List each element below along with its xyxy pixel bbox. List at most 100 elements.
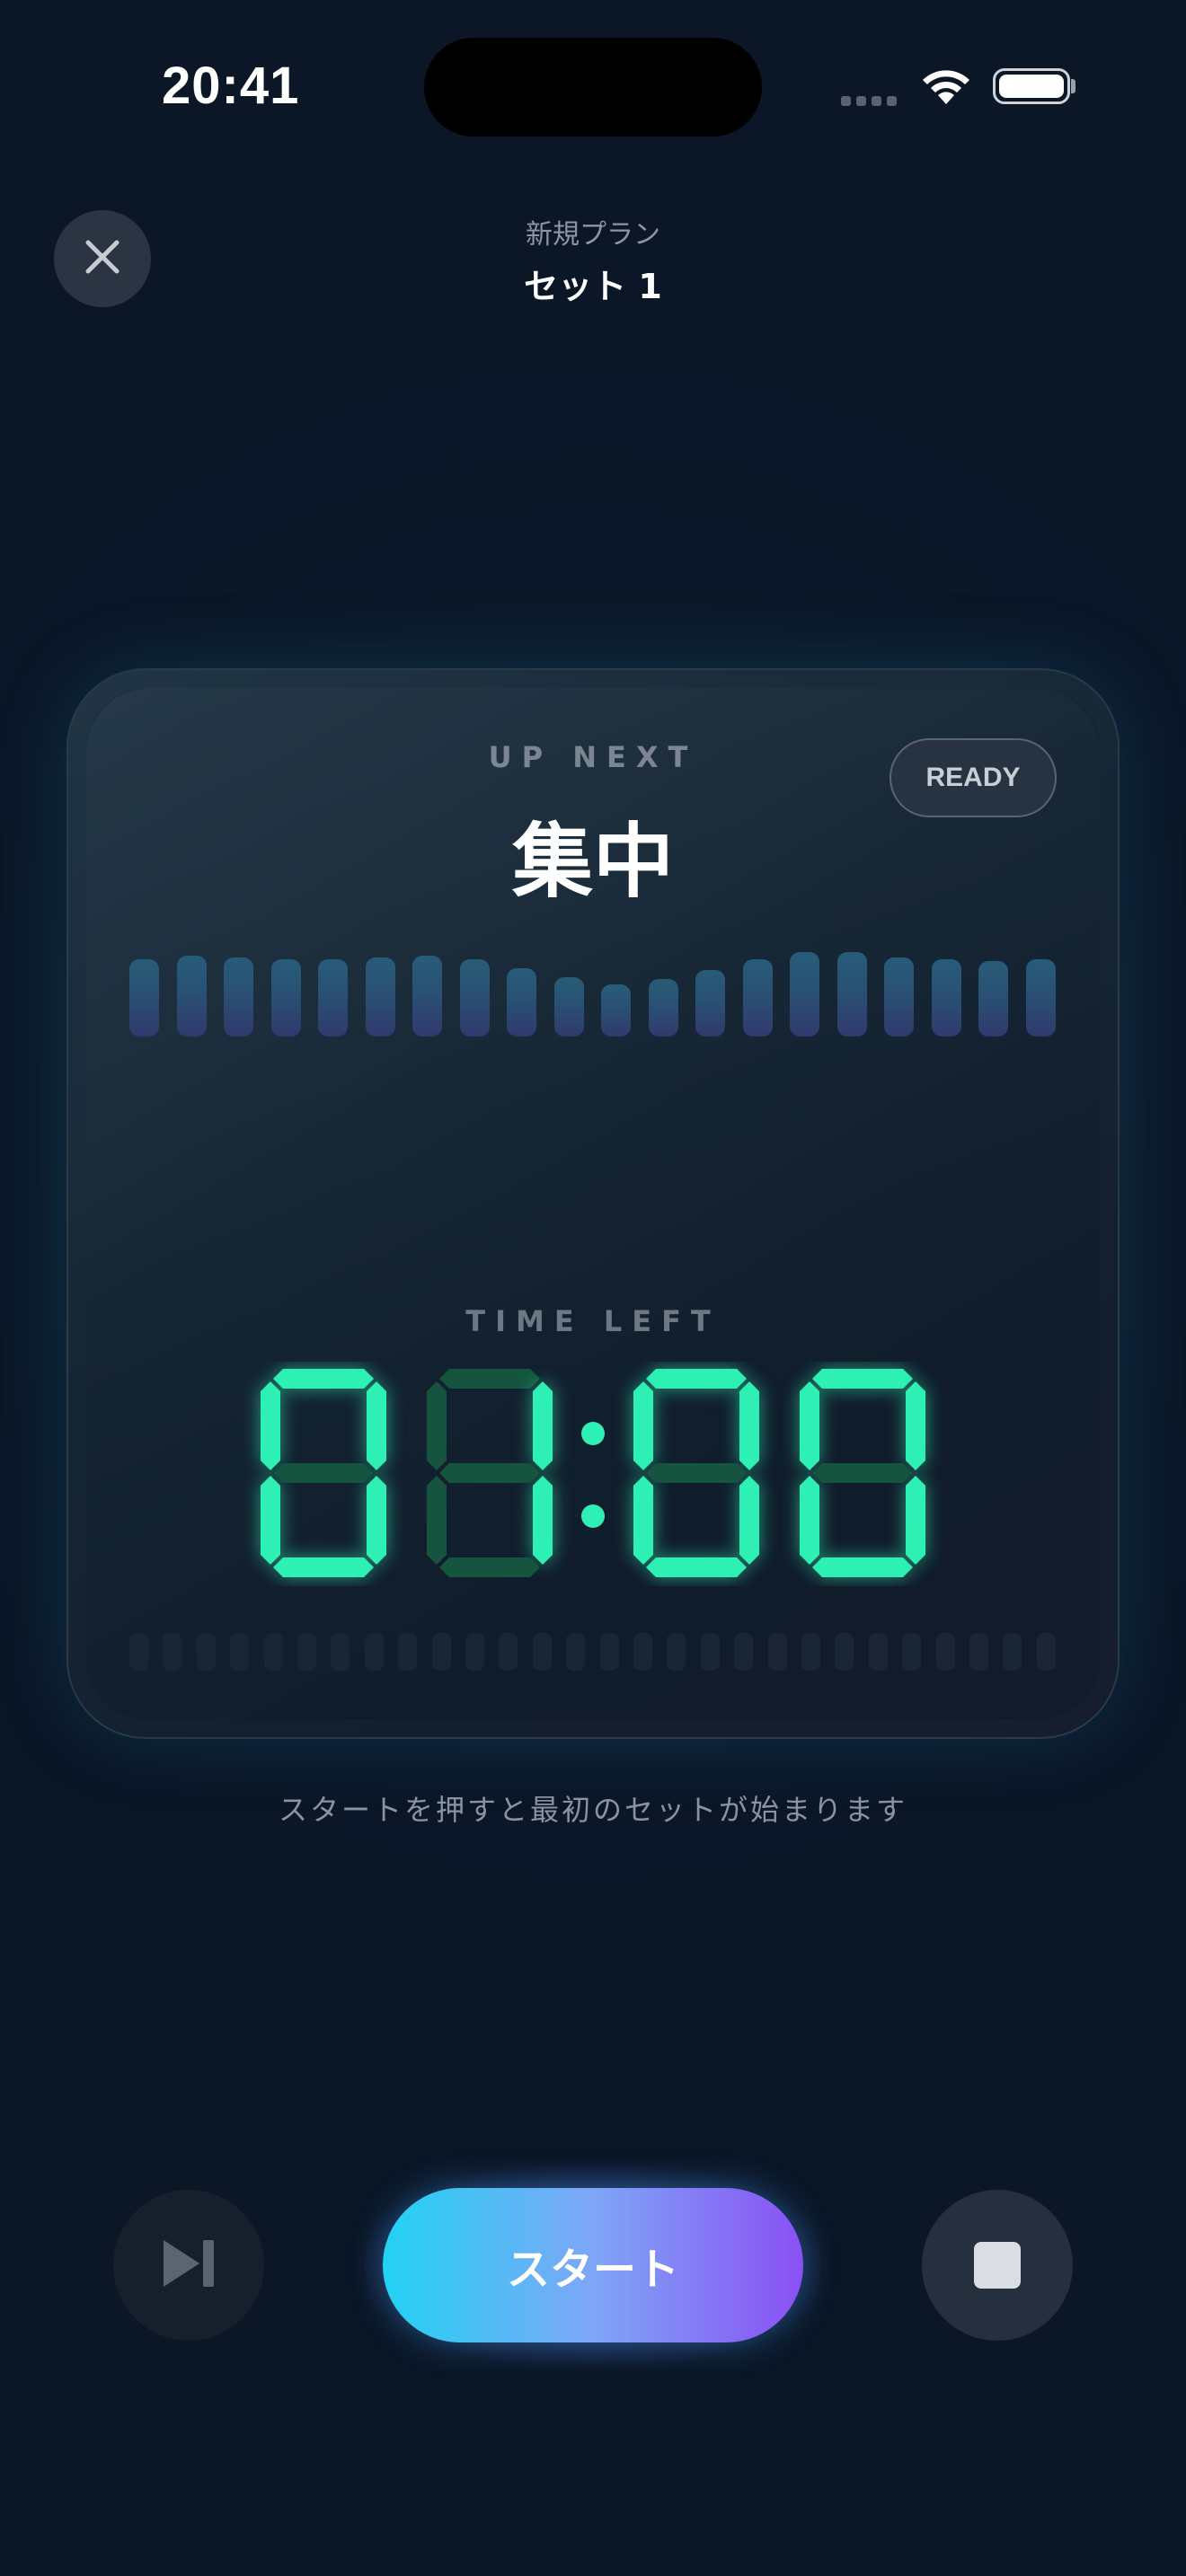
waveform-visualizer <box>129 952 1057 1037</box>
progress-tick <box>700 1633 720 1671</box>
time-colon-dot <box>581 1504 605 1528</box>
digit-segment <box>812 1463 913 1483</box>
progress-tick <box>331 1633 350 1671</box>
progress-tick <box>935 1633 955 1671</box>
progress-tick <box>163 1633 182 1671</box>
progress-tick <box>566 1633 586 1671</box>
digit-segment <box>906 1476 925 1565</box>
digit-segment <box>367 1381 386 1470</box>
waveform-bar <box>459 959 490 1037</box>
waveform-bar <box>790 952 819 1037</box>
battery-nub <box>1071 79 1075 93</box>
progress-tick <box>532 1633 552 1671</box>
progress-tick <box>1003 1633 1022 1671</box>
waveform-bar <box>978 961 1008 1037</box>
progress-tick <box>364 1633 384 1671</box>
time-digit <box>261 1369 386 1577</box>
progress-tick <box>969 1633 988 1671</box>
waveform-bar <box>601 984 631 1037</box>
progress-tick <box>398 1633 418 1671</box>
waveform-bar <box>270 959 301 1037</box>
progress-tick <box>902 1633 922 1671</box>
digit-segment <box>906 1381 925 1470</box>
stop-icon <box>974 2242 1021 2289</box>
progress-tick <box>1036 1633 1056 1671</box>
digit-segment <box>633 1476 653 1565</box>
time-display <box>243 1362 943 1586</box>
digit-segment <box>646 1557 747 1577</box>
digit-segment <box>533 1381 553 1470</box>
plan-name: 新規プラン <box>526 219 660 251</box>
skip-button[interactable] <box>113 2190 264 2341</box>
waveform-bar <box>365 957 395 1037</box>
progress-tick <box>767 1633 787 1671</box>
digit-segment <box>812 1557 913 1577</box>
waveform-bar <box>507 968 536 1037</box>
waveform-bar <box>224 957 253 1037</box>
digit-segment <box>439 1557 540 1577</box>
waveform-bar <box>318 959 348 1037</box>
waveform-bar <box>648 979 678 1037</box>
status-time: 20:41 <box>162 57 300 115</box>
progress-tick <box>868 1633 888 1671</box>
progress-tick <box>599 1633 619 1671</box>
cellular-signal-icon <box>841 93 902 110</box>
digit-segment <box>261 1476 280 1565</box>
status-badge: READY <box>890 738 1057 817</box>
digit-segment <box>812 1369 913 1389</box>
digit-segment <box>533 1476 553 1565</box>
battery-icon <box>993 68 1070 104</box>
progress-ticks <box>129 1633 1057 1671</box>
waveform-bar <box>1025 959 1056 1037</box>
waveform-bar <box>931 959 961 1037</box>
time-digit <box>633 1369 759 1577</box>
digit-segment <box>261 1381 280 1470</box>
start-hint: スタートを押すと最初のセットが始まります <box>278 1793 907 1827</box>
progress-tick <box>835 1633 854 1671</box>
digit-segment <box>646 1463 747 1483</box>
digit-segment <box>439 1369 540 1389</box>
time-left-label: TIME LEFT <box>465 1304 721 1338</box>
digit-segment <box>273 1369 374 1389</box>
digit-segment <box>739 1476 759 1565</box>
time-digit <box>800 1369 925 1577</box>
progress-tick <box>431 1633 451 1671</box>
set-title: セット 1 <box>524 267 662 306</box>
waveform-bar <box>742 959 773 1037</box>
digit-segment <box>800 1476 819 1565</box>
progress-tick <box>801 1633 820 1671</box>
skip-next-icon <box>160 2238 217 2292</box>
digit-segment <box>800 1381 819 1470</box>
dynamic-island <box>424 38 762 137</box>
waveform-bar <box>412 956 442 1037</box>
digit-segment <box>633 1381 653 1470</box>
digit-segment <box>273 1463 374 1483</box>
waveform-bar <box>129 959 159 1037</box>
time-digit <box>427 1369 553 1577</box>
waveform-bar <box>553 977 584 1037</box>
progress-tick <box>263 1633 283 1671</box>
start-button[interactable]: スタート <box>383 2188 803 2342</box>
digit-segment <box>427 1476 447 1565</box>
digit-segment <box>646 1369 747 1389</box>
progress-tick <box>129 1633 148 1671</box>
progress-tick <box>499 1633 518 1671</box>
stop-button[interactable] <box>922 2190 1073 2341</box>
progress-tick <box>196 1633 216 1671</box>
progress-tick <box>465 1633 484 1671</box>
time-colon-dot <box>581 1422 605 1445</box>
digit-segment <box>367 1476 386 1565</box>
waveform-bar <box>695 970 725 1037</box>
wifi-icon <box>918 65 974 110</box>
digit-segment <box>439 1463 540 1483</box>
digit-segment <box>427 1381 447 1470</box>
progress-tick <box>667 1633 686 1671</box>
progress-tick <box>633 1633 652 1671</box>
digit-segment <box>739 1381 759 1470</box>
waveform-bar <box>836 952 867 1037</box>
digit-segment <box>273 1557 374 1577</box>
waveform-bar <box>884 957 914 1037</box>
progress-tick <box>297 1633 316 1671</box>
waveform-bar <box>176 956 207 1037</box>
progress-tick <box>734 1633 754 1671</box>
